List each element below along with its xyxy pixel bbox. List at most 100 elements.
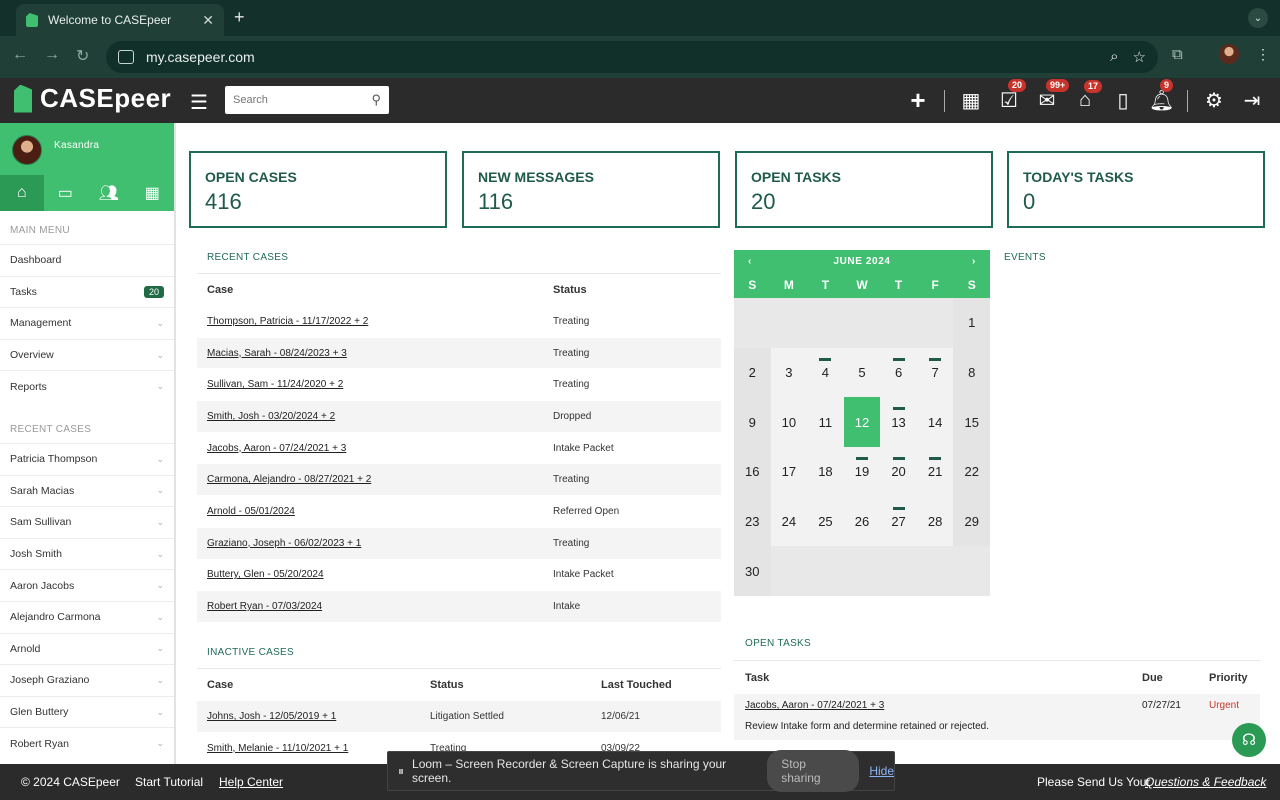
calendar-day[interactable]: 6 [880,347,917,398]
calendar-day[interactable]: 16 [734,447,771,497]
calendar-day[interactable]: 17 [770,447,808,497]
sidebar-item-reports[interactable]: Reports ⌄ [0,370,174,402]
sidebar-item-management[interactable]: Management ⌄ [0,307,174,339]
browser-tab[interactable]: Welcome to CASEpeer ✕ [16,4,224,36]
zoom-icon[interactable]: ⌕ [1110,48,1118,66]
table-row[interactable]: Jacobs, Aaron - 07/24/2021 + 3 Intake Pac… [197,431,721,464]
sidebar-calendar-icon[interactable]: ▦ [131,175,175,211]
calendar-day[interactable]: 19 [843,447,881,497]
hamburger-menu-icon[interactable]: ☰ [190,90,208,115]
calendar-day[interactable]: 28 [916,496,954,547]
case-link[interactable]: Macias, Sarah - 08/24/2023 + 3 [197,348,553,359]
calendar-icon[interactable]: ▦ [959,88,983,113]
calendar-day[interactable]: 5 [843,347,881,398]
case-link[interactable]: Johns, Josh - 12/05/2019 + 1 [197,711,430,722]
casepeer-logo[interactable]: CASEpeer [14,83,171,114]
calendar-day[interactable]: 30 [734,546,771,597]
start-tutorial-link[interactable]: Start Tutorial [135,775,203,789]
table-row[interactable]: Graziano, Joseph - 06/02/2023 + 1 Treatin… [197,526,721,559]
sidebar-recent-case[interactable]: Sarah Macias ⌄ [0,474,174,507]
sidebar-recent-case[interactable]: Aaron Jacobs ⌄ [0,569,174,601]
hide-share-bar-link[interactable]: Hide [869,764,894,778]
mobile-phone-icon[interactable]: ▯ [1111,88,1135,113]
settings-gear-icon[interactable]: ⚙ [1202,88,1226,113]
reload-icon[interactable]: ↻ [76,46,89,66]
case-link[interactable]: Robert Ryan - 07/03/2024 [197,601,553,612]
support-headset-icon[interactable]: ☊ [1232,723,1266,757]
calendar-day[interactable]: 15 [953,397,990,448]
calendar-day[interactable]: 14 [916,397,954,448]
user-profile[interactable]: Kasandra [0,123,174,175]
calendar-day[interactable]: 9 [734,397,771,448]
calendar-day[interactable]: 29 [953,496,990,547]
stat-card-open-cases[interactable]: OPEN CASES 416 [189,151,447,228]
messages-envelope-icon[interactable]: ✉ 99+ [1035,79,1070,113]
sidebar-recent-case[interactable]: Sam Sullivan ⌄ [0,506,174,538]
site-info-icon[interactable] [118,50,134,64]
case-link[interactable]: Jacobs, Aaron - 07/24/2021 + 3 [197,443,553,454]
calendar-prev-icon[interactable]: ‹ [748,256,752,267]
search-input[interactable] [233,94,363,106]
case-link[interactable]: Carmona, Alejandro - 08/27/2021 + 2 [197,474,553,485]
sidebar-item-dashboard[interactable]: Dashboard [0,244,174,276]
close-tab-icon[interactable]: ✕ [202,12,214,29]
table-row[interactable]: Johns, Josh - 12/05/2019 + 1 Litigation S… [197,700,721,732]
calendar-day[interactable]: 21 [916,447,954,497]
case-link[interactable]: Thompson, Patricia - 11/17/2022 + 2 [197,316,553,327]
tab-search-icon[interactable]: ⌄ [1248,8,1268,28]
folder-icon[interactable]: ▭ [44,175,88,211]
calendar-day[interactable]: 12 [843,397,881,448]
browser-profile-avatar[interactable] [1219,44,1239,64]
search-icon[interactable]: ⚲ [371,92,381,108]
calendar-day[interactable]: 4 [807,347,844,398]
calendar-day[interactable]: 2 [734,347,771,398]
sidebar-recent-case[interactable]: Glen Buttery ⌄ [0,695,174,728]
calendar-day[interactable]: 10 [770,397,808,448]
logout-icon[interactable]: ⇥ [1240,88,1264,113]
task-case-link[interactable]: Jacobs, Aaron - 07/24/2021 + 3 [734,700,1142,711]
sidebar-recent-case[interactable]: Alejandro Carmona ⌄ [0,600,174,633]
add-icon[interactable]: + [906,85,930,116]
back-icon[interactable]: ← [12,46,28,64]
calendar-day[interactable]: 11 [807,397,844,448]
table-row[interactable]: Robert Ryan - 07/03/2024 Intake [197,590,721,622]
calendar-day[interactable]: 13 [880,397,917,448]
case-link[interactable]: Arnold - 05/01/2024 [197,506,553,517]
table-row[interactable]: Carmona, Alejandro - 08/27/2021 + 2 Treat… [197,463,721,496]
calendar-day[interactable]: 3 [770,347,808,398]
notifications-bell-icon[interactable]: 🔔︎ 9 [1149,79,1174,113]
sidebar-recent-case[interactable]: Patricia Thompson ⌄ [0,442,174,475]
stop-sharing-button[interactable]: Stop sharing [767,750,860,792]
calendar-day[interactable]: 27 [880,496,917,547]
calendar-day[interactable]: 18 [807,447,844,497]
inbox-tray-icon[interactable]: ⌂ 17 [1073,80,1103,112]
sidebar-recent-case[interactable]: Arnold ⌄ [0,632,174,665]
table-row[interactable]: Jacobs, Aaron - 07/24/2021 + 3 07/27/21 … [734,694,1260,740]
stat-card-open-tasks[interactable]: OPEN TASKS 20 [735,151,993,228]
help-center-link[interactable]: Help Center [219,775,283,789]
table-row[interactable]: Arnold - 05/01/2024 Referred Open [197,495,721,527]
extensions-icon[interactable]: ⧉ [1172,46,1183,63]
bookmark-star-icon[interactable]: ☆ [1133,48,1146,66]
calendar-day[interactable]: 20 [880,447,917,497]
stat-card-todays-tasks[interactable]: TODAY'S TASKS 0 [1007,151,1265,228]
calendar-day[interactable]: 1 [953,298,990,348]
address-bar[interactable]: my.casepeer.com ⌕ ☆ [106,41,1158,73]
tasks-check-icon[interactable]: ☑ 20 [997,79,1027,113]
calendar-day[interactable]: 23 [734,496,771,547]
sidebar-item-tasks[interactable]: Tasks 20 [0,275,174,308]
browser-menu-icon[interactable]: ⋮ [1256,46,1270,63]
sidebar-recent-case[interactable]: Josh Smith ⌄ [0,537,174,570]
case-link[interactable]: Buttery, Glen - 05/20/2024 [197,569,553,580]
stat-card-new-messages[interactable]: NEW MESSAGES 116 [462,151,720,228]
home-icon[interactable]: ⌂ [0,175,44,211]
table-row[interactable]: Buttery, Glen - 05/20/2024 Intake Packet [197,558,721,591]
calendar-day[interactable]: 8 [953,347,990,398]
calendar-day[interactable]: 7 [916,347,954,398]
calendar-day[interactable]: 22 [953,447,990,497]
table-row[interactable]: Macias, Sarah - 08/24/2023 + 3 Treating [197,336,721,369]
calendar-day[interactable]: 25 [807,496,844,547]
sidebar-item-overview[interactable]: Overview ⌄ [0,338,174,371]
case-link[interactable]: Graziano, Joseph - 06/02/2023 + 1 [197,538,553,549]
table-row[interactable]: Thompson, Patricia - 11/17/2022 + 2 Treat… [197,305,721,337]
